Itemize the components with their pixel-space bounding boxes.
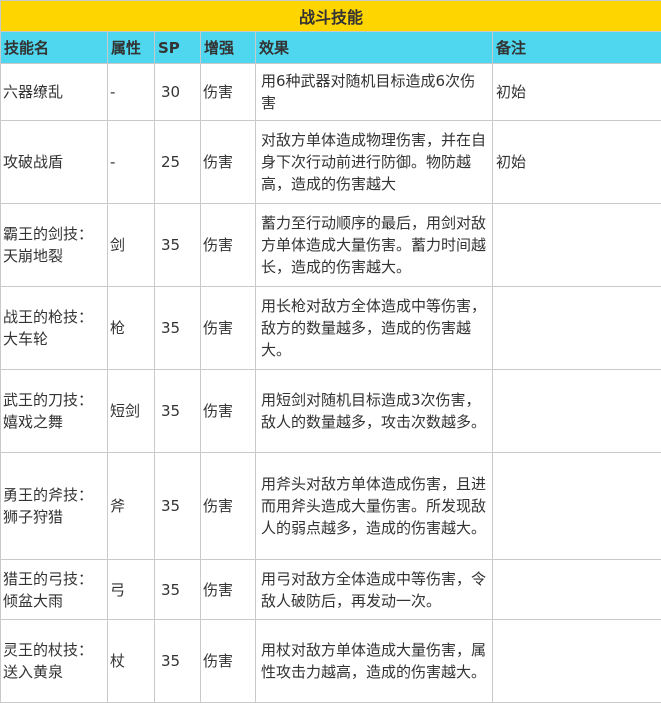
skill-effect: 对敌方单体造成物理伤害，并在自身下次行动前进行防御。物防越高，造成的伤害越大 — [256, 121, 493, 204]
skill-name: 猎王的弓技：倾盆大雨 — [1, 560, 108, 620]
skill-attribute: 弓 — [108, 560, 155, 620]
table-row: 六器缭乱 - 30 伤害 用6种武器对随机目标造成6次伤害 初始 — [1, 64, 661, 121]
table-row: 灵王的杖技：送入黄泉 杖 35 伤害 用杖对敌方单体造成大量伤害，属性攻击力越高… — [1, 620, 661, 703]
skill-name: 六器缭乱 — [1, 64, 108, 121]
skill-note — [493, 620, 661, 703]
skill-sp: 35 — [155, 204, 201, 287]
table-title: 战斗技能 — [1, 1, 661, 32]
skill-name: 勇王的斧技：狮子狩猎 — [1, 453, 108, 560]
skill-sp: 25 — [155, 121, 201, 204]
skill-attribute: - — [108, 64, 155, 121]
skill-note — [493, 453, 661, 560]
table-row: 勇王的斧技：狮子狩猎 斧 35 伤害 用斧头对敌方单体造成伤害，且进而用斧头造成… — [1, 453, 661, 560]
skill-name: 攻破战盾 — [1, 121, 108, 204]
skill-sp: 35 — [155, 620, 201, 703]
skill-boost: 伤害 — [201, 370, 256, 453]
skill-boost: 伤害 — [201, 560, 256, 620]
header-effect: 效果 — [256, 32, 493, 64]
header-name: 技能名 — [1, 32, 108, 64]
skill-name: 武王的刀技：嬉戏之舞 — [1, 370, 108, 453]
skill-effect: 蓄力至行动顺序的最后，用剑对敌方单体造成大量伤害。蓄力时间越长，造成的伤害越大。 — [256, 204, 493, 287]
skill-name: 战王的枪技：大车轮 — [1, 287, 108, 370]
skill-attribute: 短剑 — [108, 370, 155, 453]
skill-attribute: 剑 — [108, 204, 155, 287]
skill-boost: 伤害 — [201, 620, 256, 703]
table-header-row: 技能名 属性 SP 增强 效果 备注 — [1, 32, 661, 64]
skill-sp: 30 — [155, 64, 201, 121]
skill-boost: 伤害 — [201, 287, 256, 370]
skill-name: 灵王的杖技：送入黄泉 — [1, 620, 108, 703]
header-boost: 增强 — [201, 32, 256, 64]
skill-effect: 用斧头对敌方单体造成伤害，且进而用斧头造成大量伤害。所发现敌人的弱点越多，造成的… — [256, 453, 493, 560]
skill-note — [493, 287, 661, 370]
table-row: 猎王的弓技：倾盆大雨 弓 35 伤害 用弓对敌方全体造成中等伤害，令敌人破防后，… — [1, 560, 661, 620]
skill-boost: 伤害 — [201, 453, 256, 560]
skill-sp: 35 — [155, 287, 201, 370]
skill-attribute: 斧 — [108, 453, 155, 560]
skill-attribute: 杖 — [108, 620, 155, 703]
skill-sp: 35 — [155, 560, 201, 620]
header-attribute: 属性 — [108, 32, 155, 64]
skill-note — [493, 204, 661, 287]
table-row: 武王的刀技：嬉戏之舞 短剑 35 伤害 用短剑对随机目标造成3次伤害，敌人的数量… — [1, 370, 661, 453]
skill-sp: 35 — [155, 453, 201, 560]
skill-boost: 伤害 — [201, 64, 256, 121]
skill-note — [493, 560, 661, 620]
skill-effect: 用短剑对随机目标造成3次伤害，敌人的数量越多，攻击次数越多。 — [256, 370, 493, 453]
skill-name: 霸王的剑技：天崩地裂 — [1, 204, 108, 287]
skill-sp: 35 — [155, 370, 201, 453]
skills-table: 战斗技能 技能名 属性 SP 增强 效果 备注 六器缭乱 - 30 伤害 用6种… — [0, 0, 661, 703]
skill-effect: 用长枪对敌方全体造成中等伤害，敌方的数量越多，造成的伤害越大。 — [256, 287, 493, 370]
skill-note: 初始 — [493, 64, 661, 121]
skill-effect: 用杖对敌方单体造成大量伤害，属性攻击力越高，造成的伤害越大。 — [256, 620, 493, 703]
skill-effect: 用6种武器对随机目标造成6次伤害 — [256, 64, 493, 121]
table-row: 战王的枪技：大车轮 枪 35 伤害 用长枪对敌方全体造成中等伤害，敌方的数量越多… — [1, 287, 661, 370]
table-title-row: 战斗技能 — [1, 1, 661, 32]
skill-note — [493, 370, 661, 453]
skill-boost: 伤害 — [201, 204, 256, 287]
skill-note: 初始 — [493, 121, 661, 204]
skill-effect: 用弓对敌方全体造成中等伤害，令敌人破防后，再发动一次。 — [256, 560, 493, 620]
skill-boost: 伤害 — [201, 121, 256, 204]
skill-attribute: - — [108, 121, 155, 204]
table-row: 攻破战盾 - 25 伤害 对敌方单体造成物理伤害，并在自身下次行动前进行防御。物… — [1, 121, 661, 204]
header-note: 备注 — [493, 32, 661, 64]
skill-attribute: 枪 — [108, 287, 155, 370]
table-row: 霸王的剑技：天崩地裂 剑 35 伤害 蓄力至行动顺序的最后，用剑对敌方单体造成大… — [1, 204, 661, 287]
header-sp: SP — [155, 32, 201, 64]
